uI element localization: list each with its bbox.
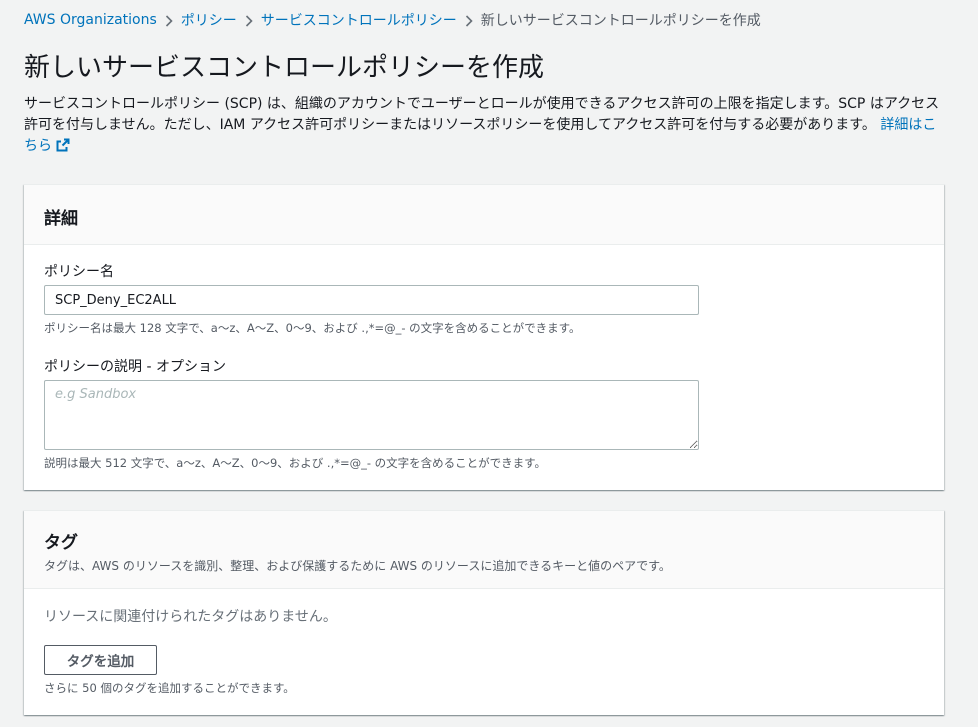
chevron-right-icon [157,10,181,30]
tags-limit-hint: さらに 50 個のタグを追加することができます。 [44,681,295,695]
external-link-icon [56,138,70,159]
add-tag-button[interactable]: タグを追加 [44,645,157,675]
details-panel-title: 詳細 [44,209,78,229]
tags-panel-title: タグ [44,533,78,553]
tags-empty-message: リソースに関連付けられたタグはありません。 [44,609,337,625]
policy-name-hint: ポリシー名は最大 128 文字で、a〜z、A〜Z、0〜9、および .,*=@_-… [44,321,581,335]
tags-panel: タグ タグは、AWS のリソースを識別、整理、および保護するために AWS のリ… [24,510,944,715]
details-panel: 詳細 ポリシー名 ポリシー名は最大 128 文字で、a〜z、A〜Z、0〜9、およ… [24,184,944,490]
policy-name-input[interactable] [44,285,699,315]
chevron-right-icon [237,10,261,30]
policy-description-label: ポリシーの説明 - オプション [44,359,226,375]
breadcrumb-aws-organizations[interactable]: AWS Organizations [24,12,157,28]
breadcrumb-scp[interactable]: サービスコントロールポリシー [261,10,457,30]
policy-name-label: ポリシー名 [44,264,114,280]
details-panel-header: 詳細 [24,185,944,245]
tags-panel-header: タグ タグは、AWS のリソースを識別、整理、および保護するために AWS のリ… [24,511,944,589]
breadcrumb-policies[interactable]: ポリシー [181,10,237,30]
page-description: サービスコントロールポリシー (SCP) は、組織のアカウントでユーザーとロール… [24,94,944,159]
page-description-text: サービスコントロールポリシー (SCP) は、組織のアカウントでユーザーとロール… [24,96,940,133]
page: AWS Organizations ポリシー サービスコントロールポリシー 新し… [0,0,978,727]
policy-description-hint: 説明は最大 512 文字で、a〜z、A〜Z、0〜9、および .,*=@_- の文… [44,456,547,470]
tags-panel-subtitle: タグは、AWS のリソースを識別、整理、および保護するために AWS のリソース… [44,559,671,573]
policy-description-textarea[interactable] [44,380,699,450]
breadcrumb: AWS Organizations ポリシー サービスコントロールポリシー 新し… [24,10,761,30]
breadcrumb-current: 新しいサービスコントロールポリシーを作成 [480,13,761,29]
page-title: 新しいサービスコントロールポリシーを作成 [24,53,545,83]
chevron-right-icon [457,10,481,30]
